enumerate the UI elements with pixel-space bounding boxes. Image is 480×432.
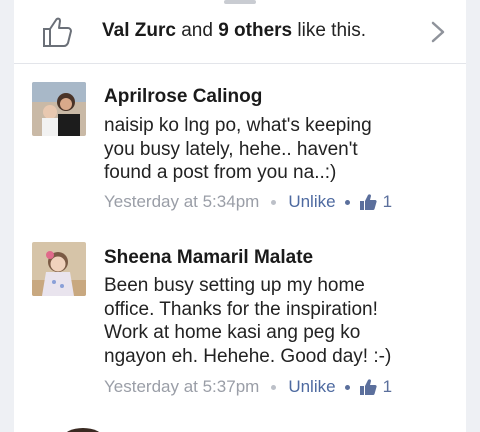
- likes-connector: and: [175, 20, 219, 41]
- likes-suffix: like this.: [292, 20, 367, 41]
- like-icon: [359, 194, 377, 210]
- comment-timestamp: Yesterday at 5:37pm: [104, 377, 260, 396]
- chevron-right-icon[interactable]: [430, 20, 446, 44]
- like-count[interactable]: 1: [383, 377, 392, 397]
- avatar[interactable]: [32, 242, 86, 296]
- comment-timestamp: Yesterday at 5:34pm: [104, 192, 260, 211]
- like-icon: [359, 379, 377, 395]
- others-count[interactable]: 9 others: [218, 20, 292, 41]
- likes-summary-text: Val Zurc and 9 others like this.: [102, 20, 366, 42]
- avatar[interactable]: [32, 82, 86, 136]
- separator-dot: [344, 384, 350, 390]
- unlike-button[interactable]: Unlike: [288, 192, 335, 212]
- thumbs-up-icon: [43, 17, 72, 47]
- comments-sheet: Val Zurc and 9 others like this. Aprilro…: [14, 0, 466, 432]
- comment-meta: Yesterday at 5:37pm Unlike 1: [104, 377, 392, 397]
- unlike-button[interactable]: Unlike: [288, 377, 335, 397]
- comment-meta: Yesterday at 5:34pm Unlike 1: [104, 192, 392, 212]
- separator-dot: [271, 199, 277, 205]
- comment-text: Been busy setting up my home office. Tha…: [104, 275, 392, 367]
- comment-text: naisip ko lng po, what's keeping you bus…: [104, 115, 372, 183]
- liker-name[interactable]: Val Zurc: [102, 20, 176, 41]
- separator-dot: [344, 199, 350, 205]
- likes-summary-row[interactable]: Val Zurc and 9 others like this.: [14, 0, 466, 64]
- avatar[interactable]: [56, 424, 110, 432]
- separator-dot: [271, 384, 277, 390]
- comment-author[interactable]: Aprilrose Calinog: [104, 86, 262, 108]
- like-count[interactable]: 1: [383, 192, 392, 212]
- comment-author[interactable]: Sheena Mamaril Malate: [104, 247, 313, 269]
